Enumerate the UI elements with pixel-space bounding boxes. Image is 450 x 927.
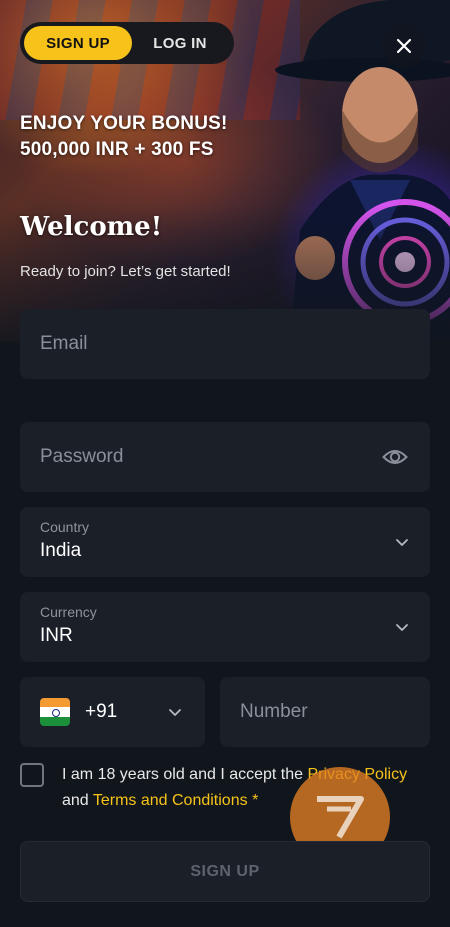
close-icon: [397, 39, 411, 53]
password-field[interactable]: Password: [20, 422, 430, 492]
required-mark: *: [252, 792, 259, 809]
consent-prefix: I am 18 years old and I accept the: [62, 766, 304, 783]
email-field[interactable]: Email: [20, 309, 430, 379]
auth-toggle: SIGN UP LOG IN: [20, 22, 234, 64]
password-placeholder: Password: [40, 446, 124, 467]
india-flag-icon: [40, 698, 70, 726]
phone-code-value: +91: [85, 701, 118, 722]
phone-code-select[interactable]: +91: [20, 677, 205, 747]
sign-up-submit-button[interactable]: SIGN UP: [20, 841, 430, 902]
email-placeholder: Email: [40, 333, 88, 354]
chevron-down-icon: [169, 709, 181, 716]
chevron-down-icon: [396, 624, 408, 631]
currency-value: INR: [40, 625, 73, 646]
number-placeholder: Number: [240, 701, 308, 722]
eye-icon[interactable]: [382, 445, 408, 469]
welcome-title: Welcome!: [20, 212, 163, 242]
bonus-line-1: ENJOY YOUR BONUS!: [20, 113, 228, 134]
close-button[interactable]: [382, 24, 426, 68]
consent-and: and: [62, 792, 89, 809]
age-terms-checkbox[interactable]: [20, 763, 44, 787]
chevron-down-icon: [396, 539, 408, 546]
currency-label: Currency: [40, 604, 97, 620]
sevens-logo-icon: [317, 796, 364, 839]
currency-select[interactable]: Currency INR: [20, 592, 430, 662]
terms-link[interactable]: Terms and Conditions: [93, 792, 248, 809]
phone-number-field[interactable]: Number: [220, 677, 430, 747]
country-select[interactable]: Country India: [20, 507, 430, 577]
tab-sign-up[interactable]: SIGN UP: [24, 26, 132, 60]
welcome-subtitle: Ready to join? Let’s get started!: [20, 263, 231, 280]
country-value: India: [40, 540, 82, 561]
bonus-headline: ENJOY YOUR BONUS! 500,000 INR + 300 FS: [20, 111, 228, 163]
country-label: Country: [40, 519, 90, 535]
tab-log-in[interactable]: LOG IN: [132, 26, 228, 60]
bonus-line-2: 500,000 INR + 300 FS: [20, 139, 214, 160]
